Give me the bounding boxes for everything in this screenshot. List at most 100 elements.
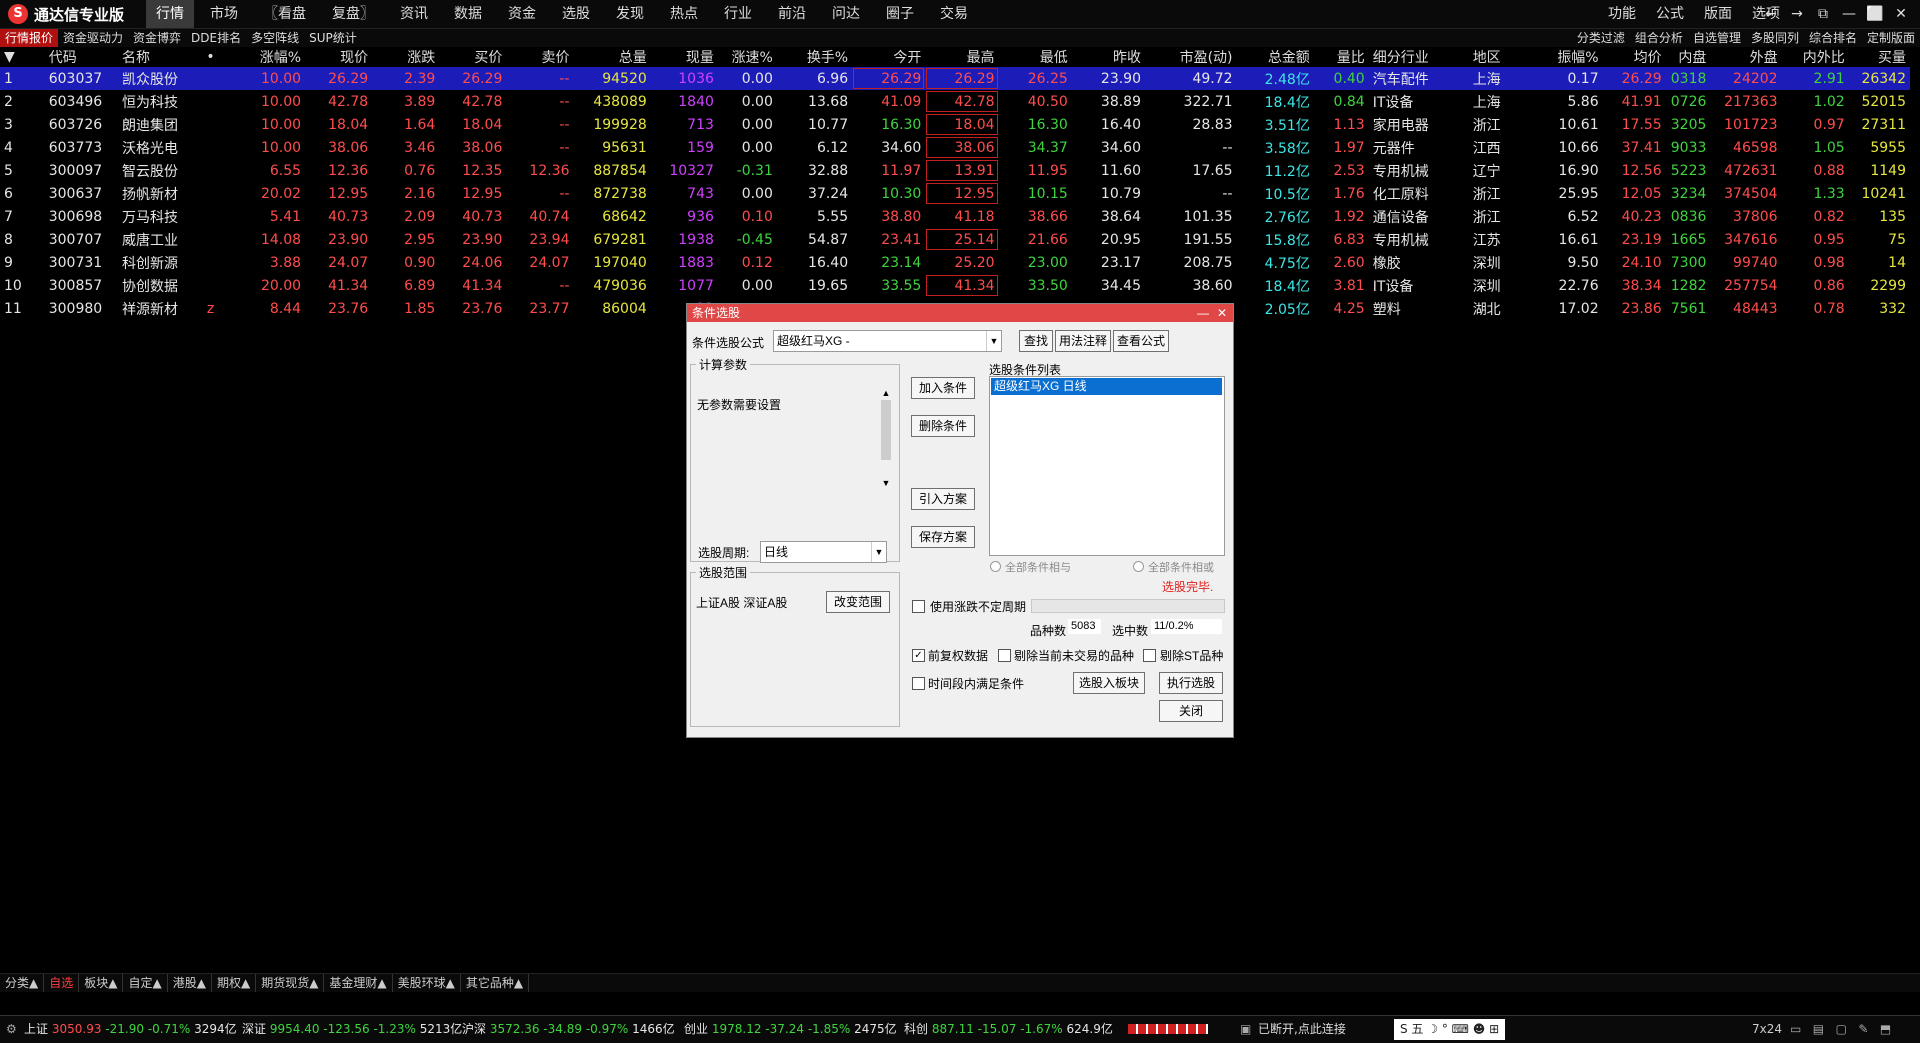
import-plan-button[interactable]: 引入方案	[911, 488, 975, 510]
input-method-icon[interactable]: S 五 ☽ ° ⌨ ☻ ⊞	[1394, 1019, 1506, 1040]
top-menu-item[interactable]: 圈子	[876, 0, 924, 28]
column-header[interactable]: 最低	[999, 47, 1072, 67]
add-condition-button[interactable]: 加入条件	[911, 377, 975, 399]
top-menu-item[interactable]: 交易	[930, 0, 978, 28]
table-row[interactable]: 3 603726 朗迪集团 10.00 18.04 1.64 18.04 -- 199928 71…	[0, 113, 1910, 136]
sh-index[interactable]: 上证 3050.93 -21.90 -0.71% 3294亿	[24, 1016, 237, 1043]
bottom-tab[interactable]: 板块▲	[79, 974, 124, 992]
column-header[interactable]: 昨收	[1072, 47, 1145, 67]
remove-st-checkbox[interactable]	[1143, 649, 1156, 662]
sub-tab-right[interactable]: 定制版面	[1862, 29, 1920, 47]
column-header[interactable]: 量比	[1314, 47, 1369, 67]
uncertain-period-checkbox[interactable]	[912, 600, 925, 613]
table-row[interactable]: 1 603037 凯众股份 10.00 26.29 2.39 26.29 -- 94520 103…	[0, 67, 1910, 90]
top-menu-item[interactable]: 行情	[146, 0, 194, 28]
top-right-menu-item[interactable]: 版面	[1694, 0, 1742, 28]
sz-index[interactable]: 深证 9954.40 -123.56 -1.23% 5213亿	[242, 1016, 462, 1043]
radio-or[interactable]	[1133, 561, 1144, 572]
bottom-tab[interactable]: 期货现货▲	[256, 974, 325, 992]
column-header[interactable]: 均价	[1603, 47, 1666, 67]
sub-tab-right[interactable]: 组合分析	[1630, 29, 1688, 47]
column-header[interactable]: •	[201, 47, 219, 67]
sub-tab[interactable]: 行情报价	[0, 29, 59, 47]
condition-list-item[interactable]: 超级红马XG 日线	[991, 378, 1222, 395]
sub-tab-right[interactable]: 多股同列	[1746, 29, 1804, 47]
execute-button[interactable]: 执行选股	[1159, 672, 1223, 694]
table-row[interactable]: 6 300637 扬帆新材 20.02 12.95 2.16 12.95 -- 872738 74…	[0, 182, 1910, 205]
bottom-tab[interactable]: 期权▲	[212, 974, 257, 992]
column-header[interactable]: 涨跌	[372, 47, 439, 67]
column-header[interactable]: 总量	[574, 47, 651, 67]
column-header[interactable]: 涨速%	[718, 47, 777, 67]
top-menu-item[interactable]: 资讯	[390, 0, 438, 28]
bottom-tab[interactable]: 港股▲	[168, 974, 212, 992]
top-menu-item[interactable]: 资金	[498, 0, 546, 28]
settings-icon[interactable]: ⚙	[6, 1016, 17, 1043]
formula-select[interactable]: 超级红马XG - ▼	[773, 330, 1002, 352]
table-row[interactable]: 9 300731 科创新源 3.88 24.07 0.90 24.06 24.07 197040…	[0, 251, 1910, 274]
top-menu-item[interactable]: 前沿	[768, 0, 816, 28]
radio-and[interactable]	[990, 561, 1001, 572]
period-select[interactable]: 日线 ▼	[760, 541, 887, 563]
column-header[interactable]: 代码	[45, 47, 118, 67]
top-menu-item[interactable]: 问达	[822, 0, 870, 28]
toolbar-icons[interactable]: ▭ ▤ ▢ ✎ ⬒	[1790, 1016, 1891, 1043]
find-button[interactable]: 查找	[1019, 330, 1053, 352]
column-header[interactable]: 换手%	[777, 47, 852, 67]
sub-tab-right[interactable]: 自选管理	[1688, 29, 1746, 47]
column-header[interactable]: 买价	[439, 47, 506, 67]
column-header[interactable]: 涨幅%	[220, 47, 305, 67]
table-row[interactable]: 2 603496 恒为科技 10.00 42.78 3.89 42.78 -- 438089 18…	[0, 90, 1910, 113]
scroll-down-icon[interactable]: ▼	[880, 478, 892, 488]
forward-arrow-icon[interactable]: →	[1784, 0, 1810, 28]
column-header[interactable]: 现价	[305, 47, 372, 67]
params-scrollbar[interactable]: ▲ ▼	[880, 388, 892, 488]
top-right-menu-item[interactable]: 功能	[1598, 0, 1646, 28]
sub-tab-right[interactable]: 综合排名	[1804, 29, 1862, 47]
column-header[interactable]: 名称	[118, 47, 201, 67]
sort-chevron-icon[interactable]: ▼	[0, 47, 45, 67]
bottom-tab[interactable]: 分类▲	[0, 974, 45, 992]
column-header[interactable]: 现量	[651, 47, 718, 67]
table-row[interactable]: 8 300707 威唐工业 14.08 23.90 2.95 23.90 23.94 67928…	[0, 228, 1910, 251]
connection-status[interactable]: 已断开,点此连接	[1258, 1016, 1346, 1043]
bottom-tab[interactable]: 自选	[44, 974, 80, 992]
table-row[interactable]: 4 603773 沃格光电 10.00 38.06 3.46 38.06 -- 95631 159…	[0, 136, 1910, 159]
sub-tab[interactable]: 资金驱动力	[58, 29, 128, 47]
top-menu-item[interactable]: 选股	[552, 0, 600, 28]
top-menu-item[interactable]: 〖看盘	[254, 0, 316, 28]
top-menu-item[interactable]: 发现	[606, 0, 654, 28]
column-header[interactable]: 内盘	[1666, 47, 1711, 67]
sub-tab[interactable]: 多空阵线	[246, 29, 304, 47]
minimize-icon[interactable]: —	[1197, 304, 1209, 322]
restore-layout-icon[interactable]: ⧉	[1810, 0, 1836, 28]
top-right-menu-item[interactable]: 公式	[1646, 0, 1694, 28]
top-menu-item[interactable]: 数据	[444, 0, 492, 28]
top-menu-item[interactable]: 热点	[660, 0, 708, 28]
minimize-icon[interactable]: —	[1836, 0, 1862, 28]
top-menu-item[interactable]: 市场	[200, 0, 248, 28]
usage-notes-button[interactable]: 用法注释	[1055, 330, 1111, 352]
bottom-tab[interactable]: 基金理财▲	[324, 974, 393, 992]
view-formula-button[interactable]: 查看公式	[1113, 330, 1169, 352]
maximize-icon[interactable]: ⬜	[1862, 0, 1888, 28]
column-header[interactable]: 市盈(动)	[1145, 47, 1237, 67]
column-header[interactable]: 最高	[925, 47, 998, 67]
to-block-button[interactable]: 选股入板块	[1073, 672, 1145, 694]
sub-tab[interactable]: 资金博弈	[128, 29, 186, 47]
sub-tab[interactable]: SUP统计	[304, 29, 362, 47]
delete-condition-button[interactable]: 删除条件	[911, 415, 975, 437]
bottom-tab[interactable]: 美股环球▲	[393, 974, 461, 992]
table-row[interactable]: 5 300097 智云股份 6.55 12.36 0.76 12.35 12.36 887854…	[0, 159, 1910, 182]
column-header[interactable]: 振幅%	[1511, 47, 1603, 67]
kc-index[interactable]: 科创 887.11 -15.07 -1.67% 624.9亿	[904, 1016, 1113, 1043]
column-header[interactable]: 细分行业	[1369, 47, 1463, 67]
timespan-checkbox[interactable]	[912, 677, 925, 690]
top-menu-item[interactable]: 行业	[714, 0, 762, 28]
back-arrow-icon[interactable]: ←	[1758, 0, 1784, 28]
scroll-up-icon[interactable]: ▲	[880, 388, 892, 398]
column-header[interactable]: 今开	[852, 47, 925, 67]
save-plan-button[interactable]: 保存方案	[911, 526, 975, 548]
sub-tab-right[interactable]: 分类过滤	[1572, 29, 1630, 47]
table-row[interactable]: 7 300698 万马科技 5.41 40.73 2.09 40.73 40.74 68642 9…	[0, 205, 1910, 228]
